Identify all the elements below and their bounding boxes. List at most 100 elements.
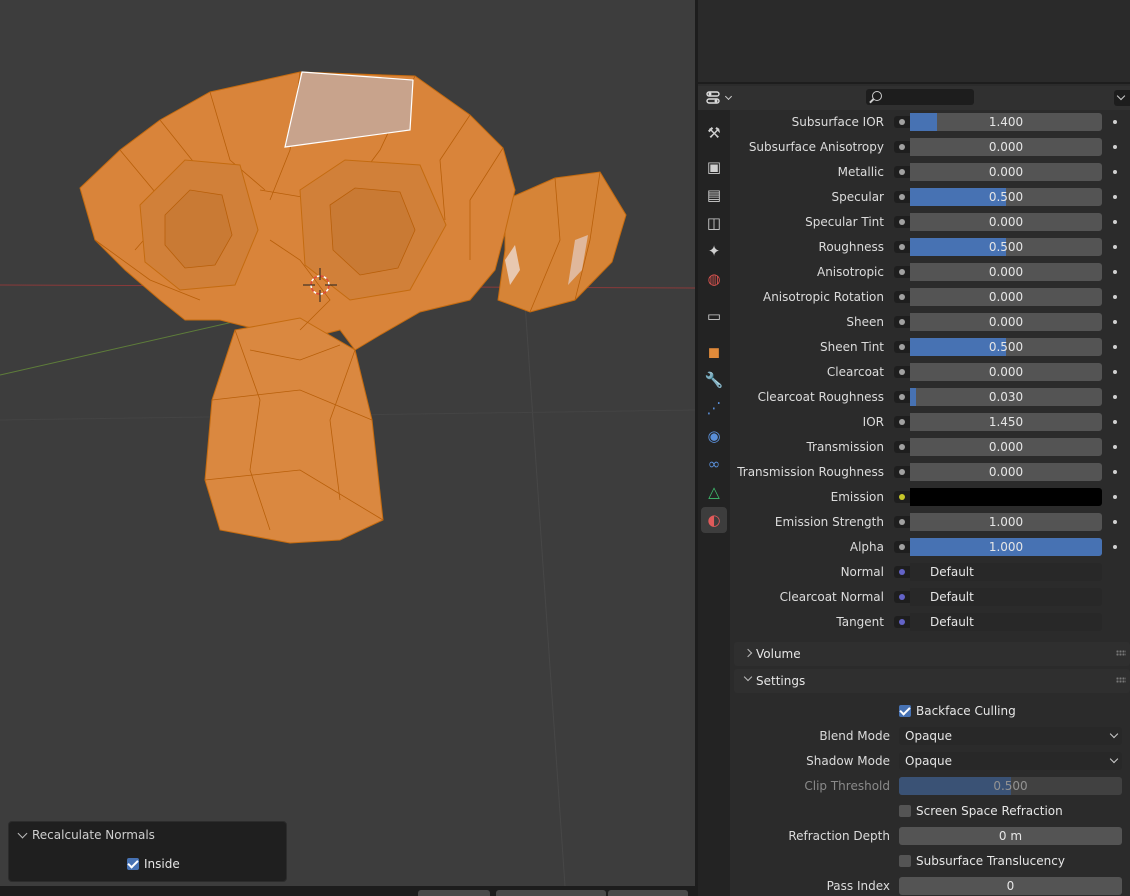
keyframe-dot[interactable] bbox=[1113, 270, 1117, 274]
keyframe-dot[interactable] bbox=[1113, 170, 1117, 174]
tool-icon[interactable]: ⚒ bbox=[701, 120, 727, 146]
numeric-slider[interactable]: 0.030 bbox=[910, 388, 1102, 406]
3d-viewport[interactable]: Recalculate Normals Inside bbox=[0, 0, 695, 886]
numeric-slider[interactable]: 0.500 bbox=[910, 338, 1102, 356]
backface-culling-checkbox[interactable]: Backface Culling bbox=[899, 704, 1016, 718]
object-icon[interactable]: ◼ bbox=[701, 339, 727, 365]
physics-icon[interactable]: ◉ bbox=[701, 423, 727, 449]
numeric-slider[interactable]: 0.000 bbox=[910, 313, 1102, 331]
numeric-slider[interactable]: 1.000 bbox=[910, 538, 1102, 556]
keyframe-dot[interactable] bbox=[1113, 395, 1117, 399]
numeric-slider[interactable]: 0.000 bbox=[910, 363, 1102, 381]
inside-option[interactable]: Inside bbox=[127, 857, 180, 871]
refraction-depth-field[interactable]: 0 m bbox=[899, 827, 1122, 845]
socket-link-button[interactable] bbox=[894, 541, 910, 553]
options-dropdown[interactable] bbox=[1114, 90, 1130, 106]
blend-mode-select[interactable]: Opaque bbox=[899, 727, 1122, 745]
shadow-mode-select[interactable]: Opaque bbox=[899, 752, 1122, 770]
keyframe-dot[interactable] bbox=[1113, 195, 1117, 199]
properties-content[interactable]: Subsurface IOR 1.400 Subsurface Anisotropy… bbox=[734, 110, 1130, 896]
socket-link-button[interactable] bbox=[894, 266, 910, 278]
numeric-slider[interactable]: 0.000 bbox=[910, 288, 1102, 306]
collection-icon[interactable]: ▭ bbox=[701, 303, 727, 329]
outliner-area[interactable] bbox=[698, 0, 1130, 84]
numeric-slider[interactable]: 0.000 bbox=[910, 138, 1102, 156]
scene-icon[interactable]: ✦ bbox=[701, 238, 727, 264]
keyframe-dot[interactable] bbox=[1113, 420, 1117, 424]
render-icon[interactable]: ▣ bbox=[701, 154, 727, 180]
keyframe-dot[interactable] bbox=[1113, 320, 1117, 324]
socket-link-button[interactable] bbox=[894, 466, 910, 478]
numeric-slider[interactable]: 0.000 bbox=[910, 463, 1102, 481]
socket-link-button[interactable] bbox=[894, 316, 910, 328]
numeric-slider[interactable]: 1.400 bbox=[910, 113, 1102, 131]
socket-link-button[interactable] bbox=[894, 216, 910, 228]
screen-space-refraction-checkbox[interactable]: Screen Space Refraction bbox=[899, 804, 1063, 818]
world-icon[interactable]: ◍ bbox=[701, 266, 727, 292]
keyframe-dot[interactable] bbox=[1113, 245, 1117, 249]
socket-link-button[interactable] bbox=[894, 441, 910, 453]
vector-default-field[interactable]: Default bbox=[910, 613, 1102, 631]
numeric-slider[interactable]: 0.000 bbox=[910, 438, 1102, 456]
editor-type-button[interactable] bbox=[706, 89, 736, 107]
volume-panel-header[interactable]: Volume bbox=[734, 642, 1130, 666]
particles-icon[interactable]: ⋰ bbox=[701, 395, 727, 421]
socket-link-button[interactable] bbox=[894, 491, 910, 503]
socket-link-button[interactable] bbox=[894, 391, 910, 403]
redo-last-panel[interactable]: Recalculate Normals Inside bbox=[8, 821, 287, 882]
output-icon[interactable]: ▤ bbox=[701, 182, 727, 208]
material-icon[interactable]: ◐ bbox=[701, 507, 727, 533]
drag-grip-icon[interactable] bbox=[1116, 677, 1126, 683]
socket-link-button[interactable] bbox=[894, 416, 910, 428]
socket-link-button[interactable] bbox=[894, 341, 910, 353]
socket-link-button[interactable] bbox=[894, 591, 910, 603]
keyframe-dot[interactable] bbox=[1113, 545, 1117, 549]
keyframe-dot[interactable] bbox=[1113, 220, 1117, 224]
keyframe-dot[interactable] bbox=[1113, 445, 1117, 449]
socket-link-button[interactable] bbox=[894, 166, 910, 178]
keyframe-dot[interactable] bbox=[1113, 145, 1117, 149]
modifier-icon[interactable]: 🔧 bbox=[701, 367, 727, 393]
keyframe-dot[interactable] bbox=[1113, 470, 1117, 474]
socket-link-button[interactable] bbox=[894, 141, 910, 153]
numeric-slider[interactable]: 0.000 bbox=[910, 263, 1102, 281]
data-icon[interactable]: △ bbox=[701, 479, 727, 505]
socket-link-button[interactable] bbox=[894, 616, 910, 628]
keyframe-dot[interactable] bbox=[1113, 345, 1117, 349]
numeric-slider[interactable]: 0.500 bbox=[910, 188, 1102, 206]
socket-link-button[interactable] bbox=[894, 566, 910, 578]
numeric-slider[interactable]: 1.000 bbox=[910, 513, 1102, 531]
properties-editor[interactable]: ⚒ ▣ ▤ ◫ ✦ ◍ ▭ ◼ 🔧 ⋰ ◉ ∞ △ ◐ Subsurface IOR 1.400 Subsur… bbox=[698, 0, 1130, 896]
keyframe-dot[interactable] bbox=[1113, 520, 1117, 524]
viewport-scene[interactable] bbox=[0, 0, 695, 886]
socket-link-button[interactable] bbox=[894, 291, 910, 303]
settings-panel-header[interactable]: Settings bbox=[734, 669, 1130, 693]
drag-grip-icon[interactable] bbox=[1116, 650, 1126, 656]
checkbox[interactable] bbox=[899, 705, 911, 717]
numeric-slider[interactable]: 0.500 bbox=[910, 238, 1102, 256]
socket-link-button[interactable] bbox=[894, 191, 910, 203]
view-layer-icon[interactable]: ◫ bbox=[701, 210, 727, 236]
socket-link-button[interactable] bbox=[894, 516, 910, 528]
vector-default-field[interactable]: Default bbox=[910, 588, 1102, 606]
keyframe-dot[interactable] bbox=[1113, 370, 1117, 374]
redo-panel-header[interactable]: Recalculate Normals bbox=[17, 828, 155, 842]
subsurface-translucency-checkbox[interactable]: Subsurface Translucency bbox=[899, 854, 1065, 868]
numeric-slider[interactable]: 1.450 bbox=[910, 413, 1102, 431]
inside-checkbox[interactable] bbox=[127, 858, 139, 870]
numeric-slider[interactable]: 0.000 bbox=[910, 163, 1102, 181]
vector-default-field[interactable]: Default bbox=[910, 563, 1102, 581]
pass-index-field[interactable]: 0 bbox=[899, 877, 1122, 895]
checkbox[interactable] bbox=[899, 855, 911, 867]
keyframe-dot[interactable] bbox=[1113, 295, 1117, 299]
keyframe-dot[interactable] bbox=[1113, 495, 1117, 499]
clip-threshold-slider[interactable]: 0.500 bbox=[899, 777, 1122, 795]
constraints-icon[interactable]: ∞ bbox=[701, 451, 727, 477]
keyframe-dot[interactable] bbox=[1113, 120, 1117, 124]
color-swatch[interactable] bbox=[910, 488, 1102, 506]
socket-link-button[interactable] bbox=[894, 116, 910, 128]
search-input[interactable] bbox=[866, 89, 974, 105]
numeric-slider[interactable]: 0.000 bbox=[910, 213, 1102, 231]
socket-link-button[interactable] bbox=[894, 366, 910, 378]
socket-link-button[interactable] bbox=[894, 241, 910, 253]
